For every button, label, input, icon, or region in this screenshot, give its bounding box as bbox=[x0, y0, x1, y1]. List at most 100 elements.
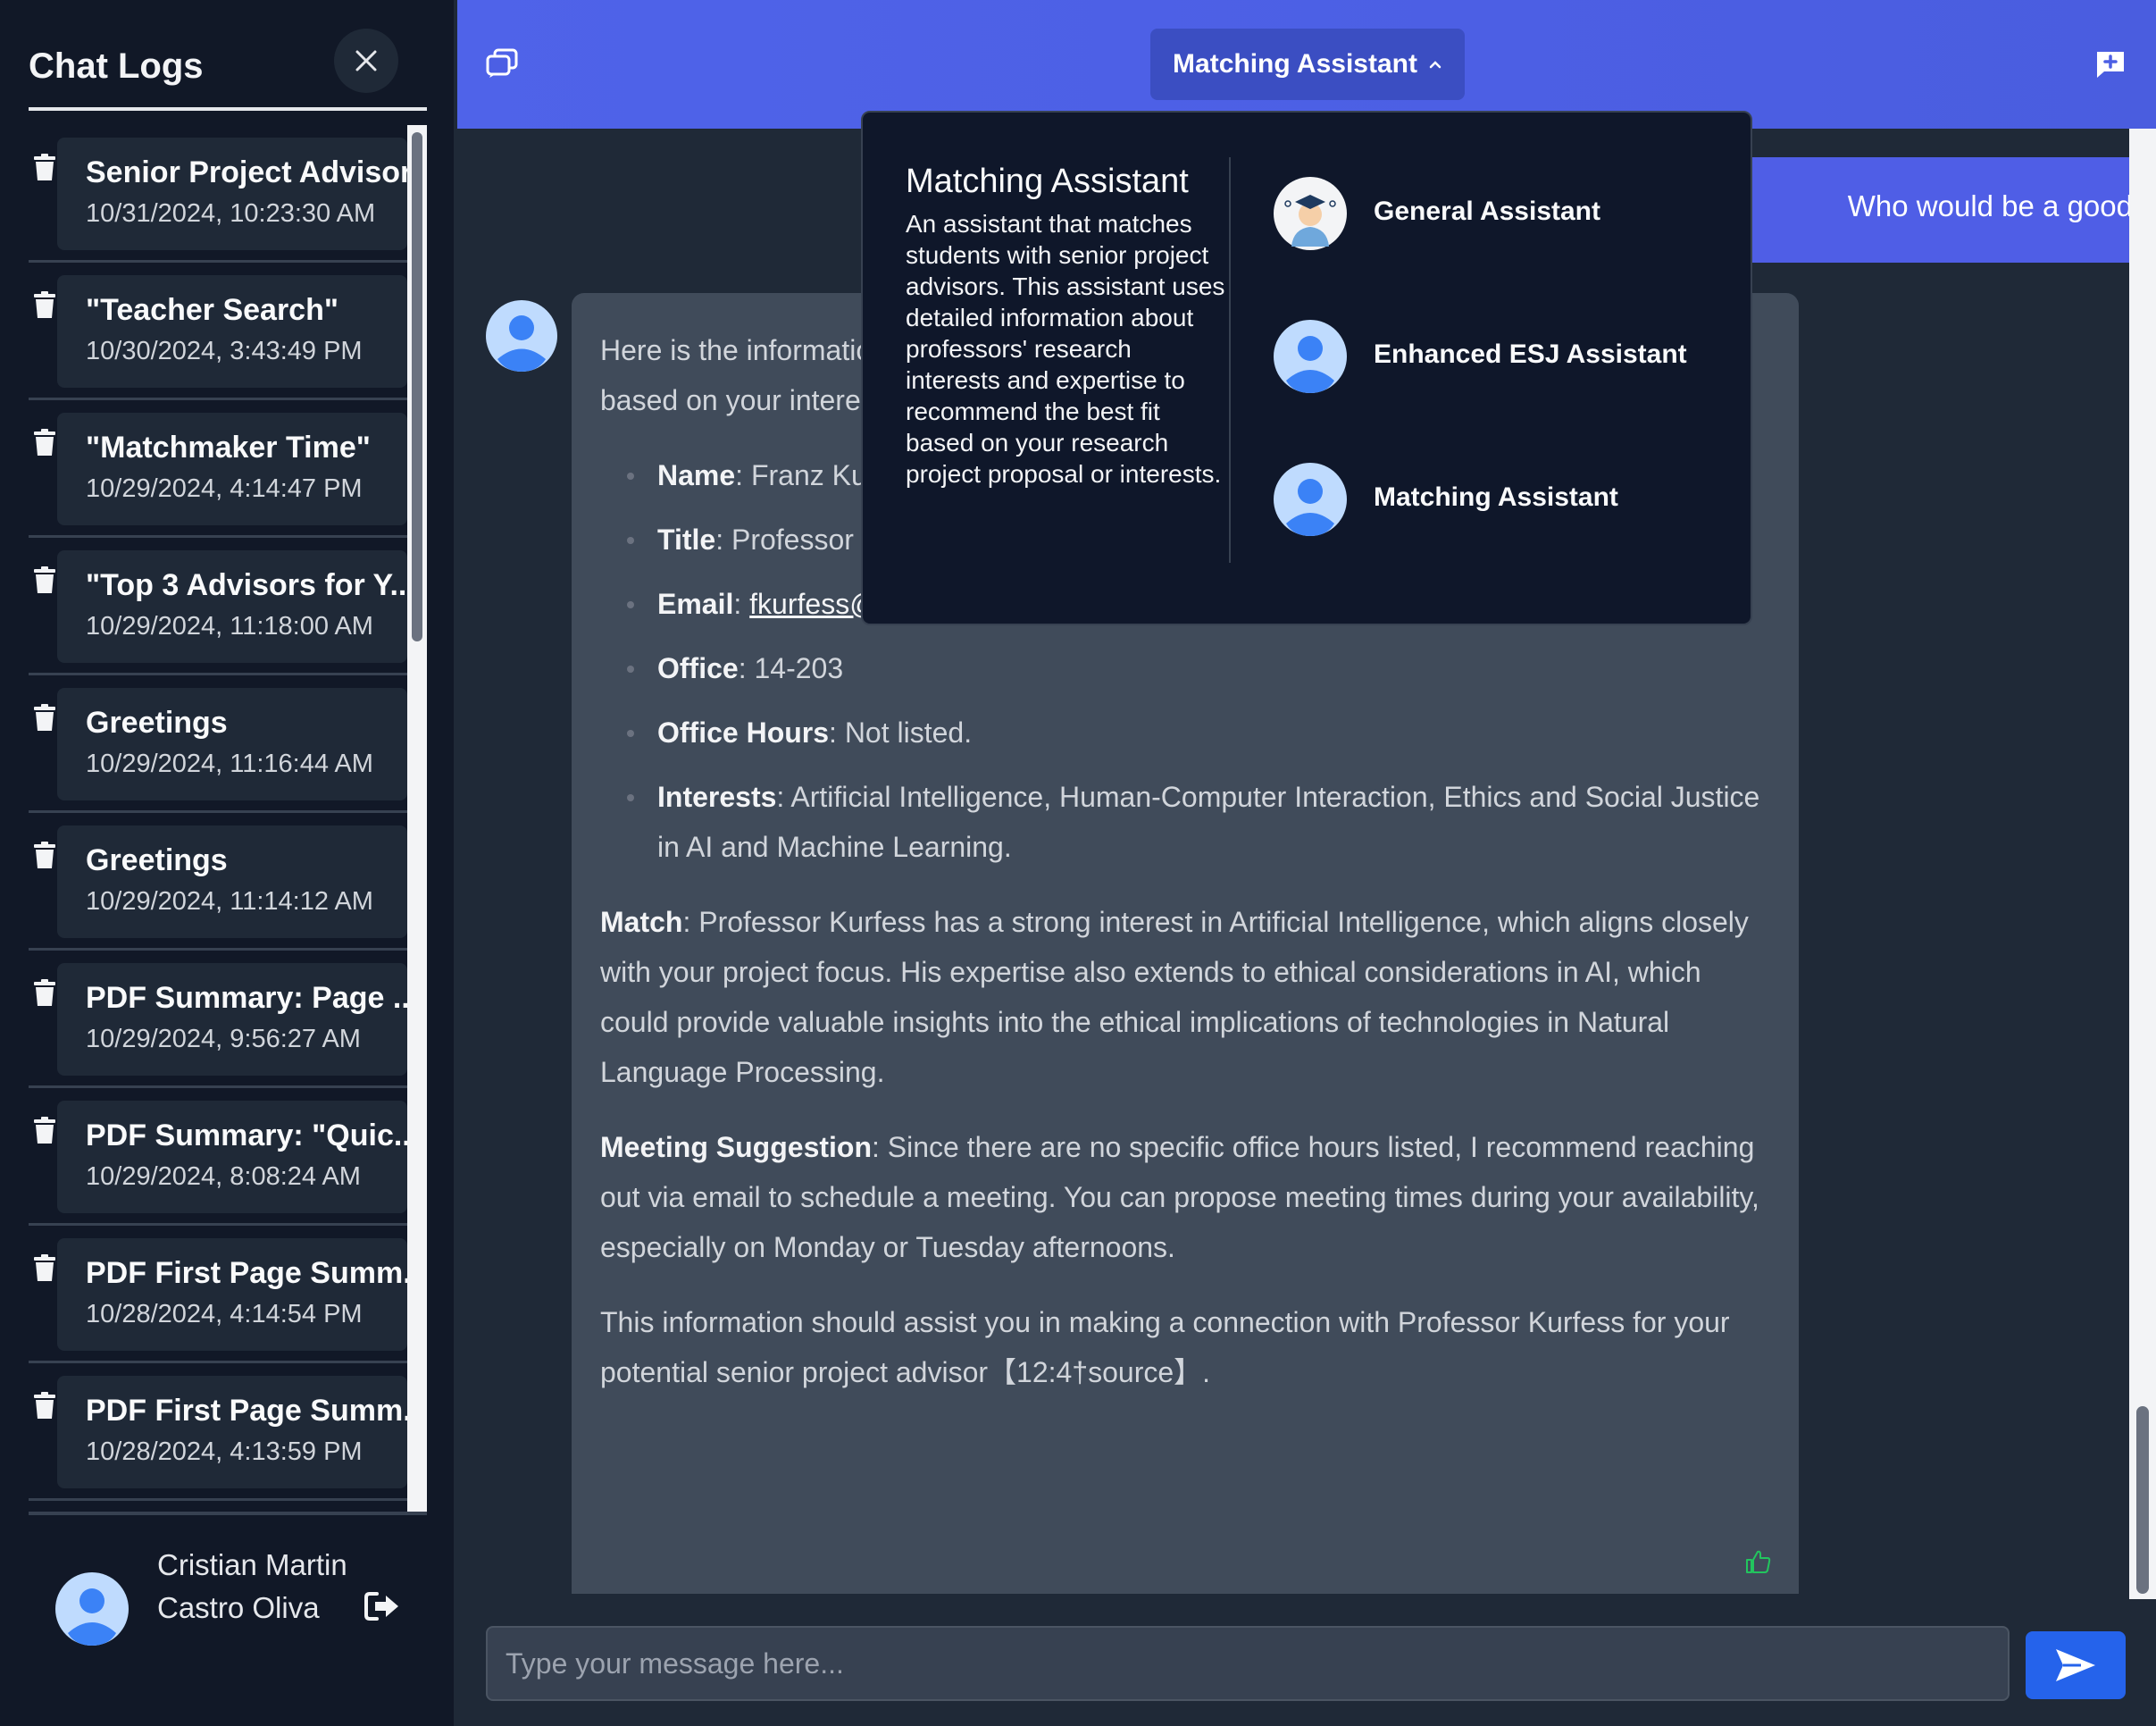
chat-log-date: 10/28/2024, 4:14:54 PM bbox=[86, 1300, 363, 1328]
detail-value: : bbox=[733, 588, 750, 620]
user-avatar-icon bbox=[1274, 463, 1347, 536]
detail-value: : Not listed. bbox=[829, 716, 973, 749]
chat-log-item[interactable]: Greetings 10/29/2024, 11:14:12 AM bbox=[29, 813, 407, 951]
send-icon bbox=[2056, 1649, 2095, 1681]
chat-log-title: PDF First Page Summ... bbox=[86, 1256, 407, 1290]
assistant-description-title: Matching Assistant bbox=[906, 163, 1189, 200]
detail-value: : Artificial Intelligence, Human-Compute… bbox=[657, 781, 1760, 863]
chat-log-item[interactable]: Greetings 10/29/2024, 11:16:44 AM bbox=[29, 675, 407, 813]
meeting-label: Meeting Suggestion bbox=[600, 1131, 872, 1163]
assistant-description: Matching Assistant An assistant that mat… bbox=[906, 163, 1227, 490]
chat-log-item[interactable]: PDF Summary: "Quic... 10/29/2024, 8:08:2… bbox=[29, 1088, 407, 1226]
chat-log-date: 10/28/2024, 4:13:59 PM bbox=[86, 1437, 363, 1466]
assistant-description-text: An assistant that matches students with … bbox=[906, 210, 1225, 488]
message-input[interactable] bbox=[486, 1626, 2010, 1701]
chat-log-card[interactable]: Greetings 10/29/2024, 11:16:44 AM bbox=[57, 688, 407, 800]
trash-icon[interactable] bbox=[34, 704, 55, 731]
trash-icon[interactable] bbox=[34, 291, 55, 318]
trash-icon[interactable] bbox=[34, 842, 55, 868]
detail-item: Office: 14-203 bbox=[627, 643, 1770, 693]
chat-log-title: "Matchmaker Time" bbox=[86, 431, 371, 465]
assistant-selector-button[interactable]: Matching Assistant bbox=[1150, 29, 1465, 100]
chat-log-title: Greetings bbox=[86, 843, 228, 877]
chat-log-date: 10/29/2024, 11:14:12 AM bbox=[86, 887, 373, 916]
assistant-option-label: General Assistant bbox=[1374, 197, 1600, 226]
chat-log-card[interactable]: PDF Summary: "Quic... 10/29/2024, 8:08:2… bbox=[57, 1101, 407, 1213]
chat-scrollbar[interactable] bbox=[2129, 129, 2156, 1599]
chat-log-card[interactable]: PDF Summary: Page ... 10/29/2024, 9:56:2… bbox=[57, 963, 407, 1076]
trash-icon[interactable] bbox=[34, 979, 55, 1006]
assistant-option-matching[interactable]: Matching Assistant bbox=[1274, 463, 1720, 543]
user-name: Cristian Martin Castro Oliva bbox=[157, 1548, 347, 1624]
dropdown-divider bbox=[1229, 157, 1231, 563]
chat-log-title: "Top 3 Advisors for Y... bbox=[86, 568, 407, 602]
sidebar-scrollbar-thumb[interactable] bbox=[412, 132, 422, 641]
send-button[interactable] bbox=[2026, 1631, 2126, 1699]
chat-log-date: 10/29/2024, 8:08:24 AM bbox=[86, 1162, 361, 1191]
detail-value: : Professor bbox=[715, 524, 854, 556]
user-message-text: Who would be a good advisor for my senio… bbox=[1847, 189, 2129, 222]
logout-icon[interactable] bbox=[364, 1590, 400, 1622]
top-bar: Matching Assistant bbox=[457, 0, 2156, 129]
chat-log-card[interactable]: Greetings 10/29/2024, 11:14:12 AM bbox=[57, 825, 407, 938]
chat-log-date: 10/29/2024, 11:18:00 AM bbox=[86, 612, 373, 641]
detail-key: Name bbox=[657, 459, 736, 491]
chat-log-card[interactable]: "Top 3 Advisors for Y... 10/29/2024, 11:… bbox=[57, 550, 407, 663]
user-profile: Cristian Martin Castro Oliva bbox=[0, 1519, 454, 1726]
new-chat-icon[interactable] bbox=[2095, 50, 2126, 79]
detail-item: Interests: Artificial Intelligence, Huma… bbox=[627, 772, 1770, 872]
close-sidebar-button[interactable] bbox=[334, 29, 398, 93]
chat-log-item[interactable]: "Teacher Search" 10/30/2024, 3:43:49 PM bbox=[29, 263, 407, 400]
chat-log-title: Greetings bbox=[86, 706, 228, 740]
assistant-option-esj[interactable]: Enhanced ESJ Assistant bbox=[1274, 320, 1720, 400]
chat-scrollbar-thumb[interactable] bbox=[2136, 1406, 2149, 1594]
chat-log-item[interactable]: "Matchmaker Time" 10/29/2024, 4:14:47 PM bbox=[29, 400, 407, 538]
match-text: : Professor Kurfess has a strong interes… bbox=[600, 906, 1749, 1088]
chat-log-title: PDF Summary: Page ... bbox=[86, 981, 407, 1015]
graduate-avatar-icon bbox=[1274, 177, 1347, 250]
chat-bubbles-icon[interactable] bbox=[486, 48, 518, 79]
chat-log-item[interactable]: PDF First Page Summ... 10/28/2024, 4:14:… bbox=[29, 1226, 407, 1363]
user-avatar-icon bbox=[55, 1572, 129, 1646]
sidebar-header: Chat Logs bbox=[29, 29, 427, 111]
detail-key: Title bbox=[657, 524, 716, 556]
detail-item: Office Hours: Not listed. bbox=[627, 708, 1770, 758]
chevron-up-icon bbox=[1429, 61, 1442, 69]
chat-log-item[interactable]: PDF Summary: Page ... 10/29/2024, 9:56:2… bbox=[29, 951, 407, 1088]
chat-log-item[interactable]: PDF First Page Summ... 10/28/2024, 4:13:… bbox=[29, 1363, 407, 1501]
detail-key: Email bbox=[657, 588, 734, 620]
user-avatar-icon bbox=[1274, 320, 1347, 393]
chat-log-title: PDF Summary: "Quic... bbox=[86, 1119, 407, 1152]
chat-log-date: 10/29/2024, 4:14:47 PM bbox=[86, 474, 363, 503]
chat-log-date: 10/30/2024, 3:43:49 PM bbox=[86, 337, 363, 365]
chat-log-card[interactable]: PDF First Page Summ... 10/28/2024, 4:14:… bbox=[57, 1238, 407, 1351]
assistant-avatar-icon bbox=[486, 300, 557, 372]
chat-log-item[interactable]: "Top 3 Advisors for Y... 10/29/2024, 11:… bbox=[29, 538, 407, 675]
trash-icon[interactable] bbox=[34, 154, 55, 180]
detail-key: Interests bbox=[657, 781, 777, 813]
thumbs-up-icon[interactable] bbox=[1745, 1549, 1772, 1574]
sidebar-divider bbox=[29, 1512, 427, 1515]
assistant-option-label: Matching Assistant bbox=[1374, 482, 1618, 512]
chat-log-card[interactable]: "Matchmaker Time" 10/29/2024, 4:14:47 PM bbox=[57, 413, 407, 525]
chat-log-list: Senior Project Advisor 10/31/2024, 10:23… bbox=[29, 125, 427, 1512]
trash-icon[interactable] bbox=[34, 429, 55, 456]
chat-log-card[interactable]: Senior Project Advisor 10/31/2024, 10:23… bbox=[57, 138, 407, 250]
trash-icon[interactable] bbox=[34, 1254, 55, 1281]
trash-icon[interactable] bbox=[34, 566, 55, 593]
chat-log-title: PDF First Page Summ... bbox=[86, 1394, 407, 1428]
trash-icon[interactable] bbox=[34, 1392, 55, 1419]
match-paragraph: Match: Professor Kurfess has a strong in… bbox=[600, 897, 1770, 1097]
assistant-option-general[interactable]: General Assistant bbox=[1274, 177, 1720, 257]
chat-log-date: 10/29/2024, 9:56:27 AM bbox=[86, 1025, 361, 1053]
chat-log-date: 10/31/2024, 10:23:30 AM bbox=[86, 199, 376, 228]
chat-log-card[interactable]: PDF First Page Summ... 10/28/2024, 4:13:… bbox=[57, 1376, 407, 1488]
sidebar-title: Chat Logs bbox=[29, 46, 204, 86]
trash-icon[interactable] bbox=[34, 1117, 55, 1144]
chat-log-card[interactable]: "Teacher Search" 10/30/2024, 3:43:49 PM bbox=[57, 275, 407, 388]
chat-log-title: Senior Project Advisor bbox=[86, 155, 407, 189]
closing-paragraph: This information should assist you in ma… bbox=[600, 1306, 1730, 1388]
detail-key: Office bbox=[657, 652, 739, 684]
sidebar-scrollbar[interactable] bbox=[407, 125, 427, 1512]
chat-log-item[interactable]: Senior Project Advisor 10/31/2024, 10:23… bbox=[29, 125, 407, 263]
